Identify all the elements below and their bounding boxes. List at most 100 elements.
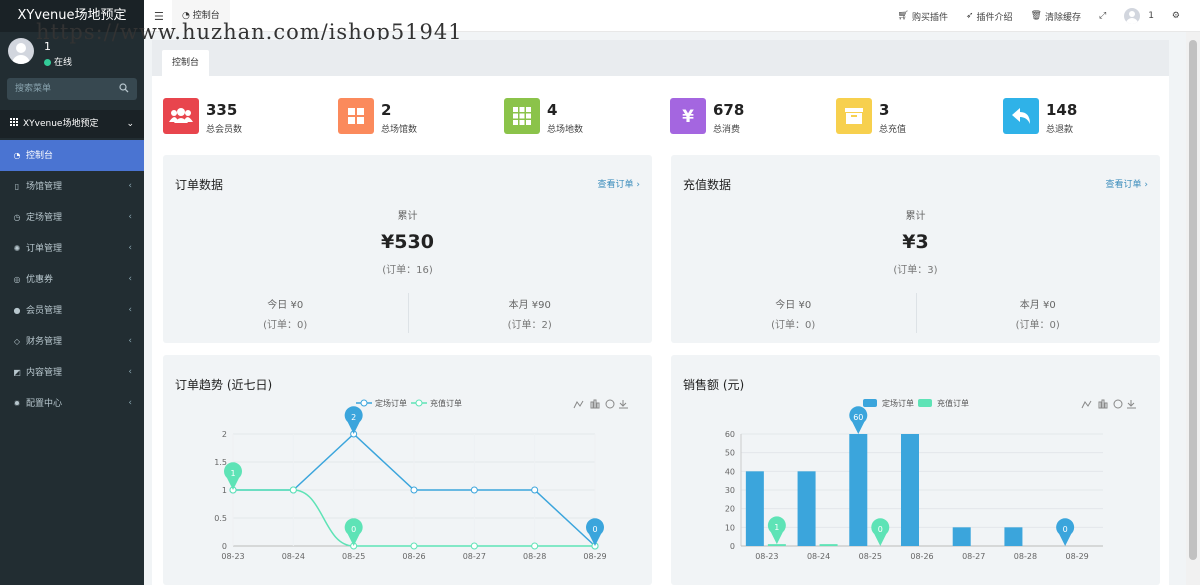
download-icon [619, 400, 628, 409]
edit-icon: ◩ [13, 368, 21, 377]
chart-toolbox [573, 399, 628, 409]
bar-chart-icon [593, 399, 597, 409]
legend-label: 定场订单 [882, 398, 914, 408]
sidebar-item-config[interactable]: ✹ 配置中心 ‹ [0, 388, 144, 419]
y-tick-label: 0.5 [214, 514, 227, 523]
stat-refunds: 148 总退款 [1003, 98, 1153, 136]
data-point [531, 486, 539, 494]
bar-chart-icon [590, 401, 594, 409]
menu-header[interactable]: XYvenue场地预定 ⌄ [0, 110, 144, 138]
y-tick-label: 10 [725, 523, 735, 532]
y-tick-label: 60 [725, 430, 735, 439]
bar [849, 434, 868, 546]
sidebar-item-orders[interactable]: ✺ 订单管理 ‹ [0, 233, 144, 264]
book-icon: ▯ [14, 182, 20, 191]
chevron-left-icon: ‹ [128, 336, 132, 346]
stat-label: 总场地数 [547, 125, 584, 135]
stat-venues: 2 总场馆数 [338, 98, 488, 136]
data-point [410, 542, 418, 550]
y-tick-label: 40 [725, 467, 735, 476]
view-orders-link[interactable]: 查看订单 › [598, 177, 640, 190]
top-actions: 🛒︎ 购买插件 ➶ 插件介绍 🗑︎ 清除缓存 ⤢ 1 ⚙ [898, 0, 1200, 32]
sidebar-item-venues[interactable]: ▯ 场馆管理 ‹ [0, 171, 144, 202]
yen-icon: ¥ [670, 98, 706, 134]
panel-title: 充值数据 [683, 178, 732, 192]
y-tick-label: 1.5 [214, 458, 227, 467]
sidebar-item-booking[interactable]: ◷ 定场管理 ‹ [0, 202, 144, 233]
grid-icon [338, 98, 374, 134]
buy-plugins-link[interactable]: 🛒︎ 购买插件 [898, 10, 948, 23]
sidebar: XYvenue场地预定 1 在线 XYvenue场地预定⌄ ◔控制台 ▯场馆管理… [0, 0, 144, 585]
sidebar-item-coupons[interactable]: ◎ 优惠券 ‹ [0, 264, 144, 295]
page-scrollbar[interactable] [1186, 32, 1200, 585]
y-tick-label: 2 [222, 430, 227, 439]
bar [952, 527, 971, 546]
stat-label: 总充值 [879, 125, 907, 135]
x-tick-label: 08-27 [463, 552, 486, 561]
stat-label: 总退款 [1046, 125, 1074, 135]
stat-label: 总消费 [713, 125, 741, 135]
stat-value: 335 [206, 101, 238, 119]
orders-panel: 订单数据 查看订单 › 累计 ¥530 (订单：16) 今日 ¥0 (订单：0) … [163, 155, 652, 343]
stat-value: 148 [1046, 101, 1078, 119]
bar [819, 544, 838, 546]
chevron-left-icon: ‹ [128, 398, 132, 408]
sidebar-item-content[interactable]: ◩ 内容管理 ‹ [0, 357, 144, 388]
panel-title: 订单数据 [175, 178, 224, 192]
apps-icon [504, 98, 540, 134]
x-tick-label: 08-24 [282, 552, 305, 561]
line-chart-icon [1081, 400, 1092, 409]
month-stat: 本月 ¥0 (订单：0) [1015, 300, 1060, 331]
legend-marker [360, 399, 368, 407]
bar-chart-icon [596, 402, 600, 409]
stat-value: 3 [879, 101, 890, 119]
recharge-panel: 充值数据 查看订单 › 累计 ¥3 (订单：3) 今日 ¥0 (订单：0) 本月 … [671, 155, 1160, 343]
sidebar-item-finance[interactable]: ◇ 财务管理 ‹ [0, 326, 144, 357]
data-label: 0 [351, 525, 356, 534]
x-tick-label: 08-28 [523, 552, 546, 561]
legend-label: 定场订单 [375, 398, 407, 408]
sales-chart[interactable]: 定场订单 充值订单010203040506008-23 08-24 08-25 08-2… [671, 355, 1160, 585]
search-icon[interactable] [119, 83, 129, 93]
x-tick-label: 08-24 [807, 552, 830, 561]
archive-icon [836, 98, 872, 134]
total-label: 累计 [905, 211, 926, 222]
y-tick-label: 1 [222, 486, 227, 495]
x-tick-label: 08-26 [910, 552, 933, 561]
search-input[interactable] [7, 78, 107, 100]
month-stat: 本月 ¥90 (订单：2) [507, 300, 552, 331]
sidebar-item-members[interactable]: ● 会员管理 ‹ [0, 295, 144, 326]
user-menu[interactable]: 1 [1124, 8, 1154, 24]
rocket-icon: ➶ [965, 11, 974, 21]
view-recharge-link[interactable]: 查看订单 › [1106, 177, 1148, 190]
y-tick-label: 30 [725, 486, 735, 495]
legend-swatch [863, 399, 877, 407]
x-tick-label: 08-28 [1014, 552, 1037, 561]
plugin-intro-link[interactable]: ➶ 插件介绍 [966, 10, 1013, 23]
sidebar-item-dashboard[interactable]: ◔ 控制台 [0, 140, 144, 171]
data-label: 0 [592, 525, 597, 534]
chevron-left-icon: ‹ [128, 305, 132, 315]
chevron-down-icon: ⌄ [126, 119, 134, 129]
tab-dashboard-content[interactable]: 控制台 [162, 50, 210, 76]
data-point [289, 486, 297, 494]
refresh-icon [1113, 399, 1123, 409]
scrollbar-thumb[interactable] [1189, 40, 1197, 560]
dashboard-icon: ◔ [13, 151, 21, 160]
legend-marker [415, 399, 423, 407]
data-label: 2 [351, 413, 356, 422]
clear-cache-link[interactable]: 🗑︎ 清除缓存 [1031, 10, 1081, 23]
fullscreen-icon[interactable]: ⤢ [1099, 11, 1106, 21]
today-stat: 今日 ¥0 (订单：0) [263, 300, 308, 331]
sales-chart-panel: 销售额 (元) 定场订单 充值订单 0 10 20 30 40 50 60 08-23 08-24 0… [671, 355, 1160, 585]
settings-gear-icon[interactable]: ⚙ [1172, 11, 1180, 21]
chevron-left-icon: ‹ [128, 212, 132, 222]
legend-label: 充值订单 [937, 398, 969, 408]
bar-chart-icon [1098, 401, 1102, 409]
data-point [410, 486, 418, 494]
data-point [470, 542, 478, 550]
y-tick-label: 50 [725, 449, 735, 458]
trend-chart[interactable]: 定场订单 充值订单00.511.5208-23 08-24 08-25 08-26 08-… [163, 355, 652, 585]
legend-label: 充值订单 [430, 398, 462, 408]
online-dot-icon [44, 59, 51, 66]
